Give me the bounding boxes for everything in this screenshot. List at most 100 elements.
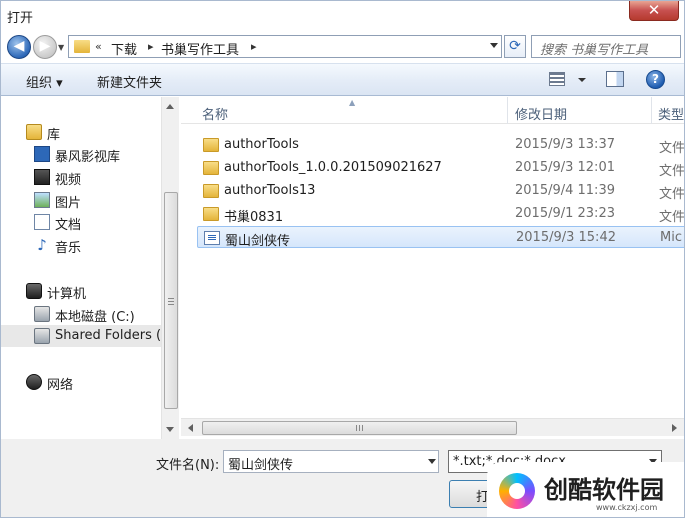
scroll-up-arrow-icon[interactable]: [166, 104, 174, 109]
breadcrumb-separator-icon[interactable]: ▸: [148, 40, 154, 53]
search-box[interactable]: 搜索 书巢写作工具: [531, 35, 681, 58]
nav-local-disk-c[interactable]: 本地磁盘 (C:): [1, 303, 161, 325]
organize-button[interactable]: 组织 ▾: [26, 72, 63, 91]
nav-shared-folders[interactable]: Shared Folders (\: [1, 325, 161, 347]
filename-value: 蜀山剑侠传: [228, 458, 294, 473]
word-document-icon: [204, 231, 220, 245]
command-toolbar: 组织 ▾ 新建文件夹 ?: [1, 63, 684, 96]
navigation-pane-scrollbar[interactable]: [161, 97, 179, 439]
forward-button[interactable]: ▶: [33, 35, 57, 59]
folder-icon: [203, 138, 219, 152]
nav-label: 暴风影视库: [55, 150, 121, 165]
view-dropdown-icon[interactable]: [578, 78, 586, 82]
file-modified-date: 2015/9/1 23:23: [515, 206, 615, 221]
scroll-left-arrow-icon[interactable]: [188, 424, 193, 432]
file-row[interactable]: 书巢0831 2015/9/1 23:23 文件: [197, 203, 685, 225]
column-divider[interactable]: [651, 97, 652, 124]
file-type: 文件: [659, 187, 685, 202]
nav-computer[interactable]: 计算机: [1, 280, 161, 302]
navigation-bar: ◀ ▶ ▼ « 下载 ▸ 书巢写作工具 ▸ ⟳ 搜索 书巢写作工具: [1, 29, 684, 63]
network-icon: [26, 374, 42, 390]
nav-label: 库: [47, 128, 61, 143]
help-icon[interactable]: ?: [646, 70, 665, 89]
file-modified-date: 2015/9/4 11:39: [515, 183, 615, 198]
folder-icon: [203, 184, 219, 198]
nav-label: 视频: [55, 173, 82, 188]
nav-label: 计算机: [47, 287, 87, 302]
document-icon: [34, 214, 50, 230]
column-divider[interactable]: [507, 97, 508, 124]
file-type: 文件: [659, 164, 685, 179]
nav-network[interactable]: 网络: [1, 371, 161, 393]
address-bar[interactable]: « 下载 ▸ 书巢写作工具 ▸: [68, 35, 502, 58]
nav-pictures[interactable]: 图片: [1, 189, 161, 211]
video-library-icon: [34, 146, 50, 162]
view-options-icon[interactable]: [549, 72, 565, 86]
file-name: authorTools13: [224, 183, 316, 198]
file-type: Mic: [660, 230, 682, 245]
nav-label: Shared Folders (\: [55, 328, 161, 343]
nav-libraries[interactable]: 库: [1, 121, 161, 143]
file-list: ▲ 名称 修改日期 类型 authorTools 2015/9/3 13:37 文件…: [181, 97, 685, 417]
nav-label: 音乐: [55, 241, 82, 256]
title-bar: 打开 ✕: [1, 1, 684, 29]
nav-videos[interactable]: 视频: [1, 166, 161, 188]
file-name: authorTools: [224, 137, 299, 152]
nav-label: 本地磁盘 (C:): [55, 310, 135, 325]
breadcrumb-separator-icon[interactable]: ▸: [251, 40, 257, 53]
close-button[interactable]: ✕: [629, 1, 679, 21]
overflow-chevron-icon[interactable]: «: [95, 40, 102, 53]
column-header-type[interactable]: 类型: [658, 104, 684, 123]
file-name: authorTools_1.0.0.201509021627: [224, 160, 442, 175]
search-placeholder: 搜索 书巢写作工具: [540, 43, 649, 58]
file-type: 文件: [659, 210, 685, 225]
column-header-name[interactable]: 名称: [202, 104, 228, 123]
window-title: 打开: [7, 11, 34, 26]
navigation-pane: 库 暴风影视库 视频 图片 文档 ♪ 音乐 计算机 本地磁盘 (C:) Shar…: [1, 97, 161, 439]
recent-pages-dropdown[interactable]: ▼: [58, 43, 64, 52]
file-row[interactable]: 蜀山剑侠传 2015/9/3 15:42 Mic: [197, 226, 684, 249]
file-list-header: ▲ 名称 修改日期 类型: [181, 97, 684, 124]
file-modified-date: 2015/9/3 15:42: [516, 230, 616, 245]
nav-label: 网络: [47, 378, 74, 393]
nav-label: 图片: [55, 196, 82, 211]
scrollbar-thumb[interactable]: [164, 192, 178, 409]
new-folder-button[interactable]: 新建文件夹: [97, 72, 162, 91]
network-drive-icon: [34, 328, 50, 344]
computer-icon: [26, 283, 42, 299]
nav-storm-video-library[interactable]: 暴风影视库: [1, 143, 161, 165]
breadcrumb-downloads[interactable]: 下载: [111, 39, 137, 58]
sort-ascending-icon: ▲: [349, 98, 356, 107]
library-icon: [26, 124, 42, 140]
filename-dropdown-icon[interactable]: [428, 459, 436, 464]
file-name: 蜀山剑侠传: [225, 234, 291, 249]
preview-pane-icon[interactable]: [606, 71, 624, 87]
back-button[interactable]: ◀: [7, 35, 31, 59]
address-dropdown-icon[interactable]: [490, 43, 498, 48]
film-icon: [34, 169, 50, 185]
nav-music[interactable]: ♪ 音乐: [1, 234, 161, 256]
refresh-button[interactable]: ⟳: [504, 35, 526, 58]
file-modified-date: 2015/9/3 13:37: [515, 137, 615, 152]
breadcrumb-shuchao-tools[interactable]: 书巢写作工具: [161, 39, 239, 58]
filename-input[interactable]: 蜀山剑侠传: [223, 450, 439, 473]
grip-icon: [356, 425, 363, 431]
hard-disk-icon: [34, 306, 50, 322]
nav-documents[interactable]: 文档: [1, 211, 161, 233]
file-modified-date: 2015/9/3 12:01: [515, 160, 615, 175]
folder-icon: [203, 207, 219, 221]
scroll-down-arrow-icon[interactable]: [166, 427, 174, 432]
scroll-right-arrow-icon[interactable]: [672, 424, 677, 432]
file-row[interactable]: authorTools13 2015/9/4 11:39 文件: [197, 180, 685, 202]
music-note-icon: ♪: [37, 236, 47, 254]
file-row[interactable]: authorTools_1.0.0.201509021627 2015/9/3 1…: [197, 157, 685, 179]
file-list-horizontal-scrollbar[interactable]: [181, 418, 684, 436]
watermark-url: www.ckzxj.com: [596, 503, 658, 512]
column-header-modified[interactable]: 修改日期: [515, 104, 567, 123]
scrollbar-thumb[interactable]: [202, 421, 517, 435]
file-type: 文件: [659, 141, 685, 156]
file-name: 书巢0831: [224, 210, 284, 225]
nav-label: 文档: [55, 218, 82, 233]
folder-icon: [203, 161, 219, 175]
file-row[interactable]: authorTools 2015/9/3 13:37 文件: [197, 134, 685, 156]
